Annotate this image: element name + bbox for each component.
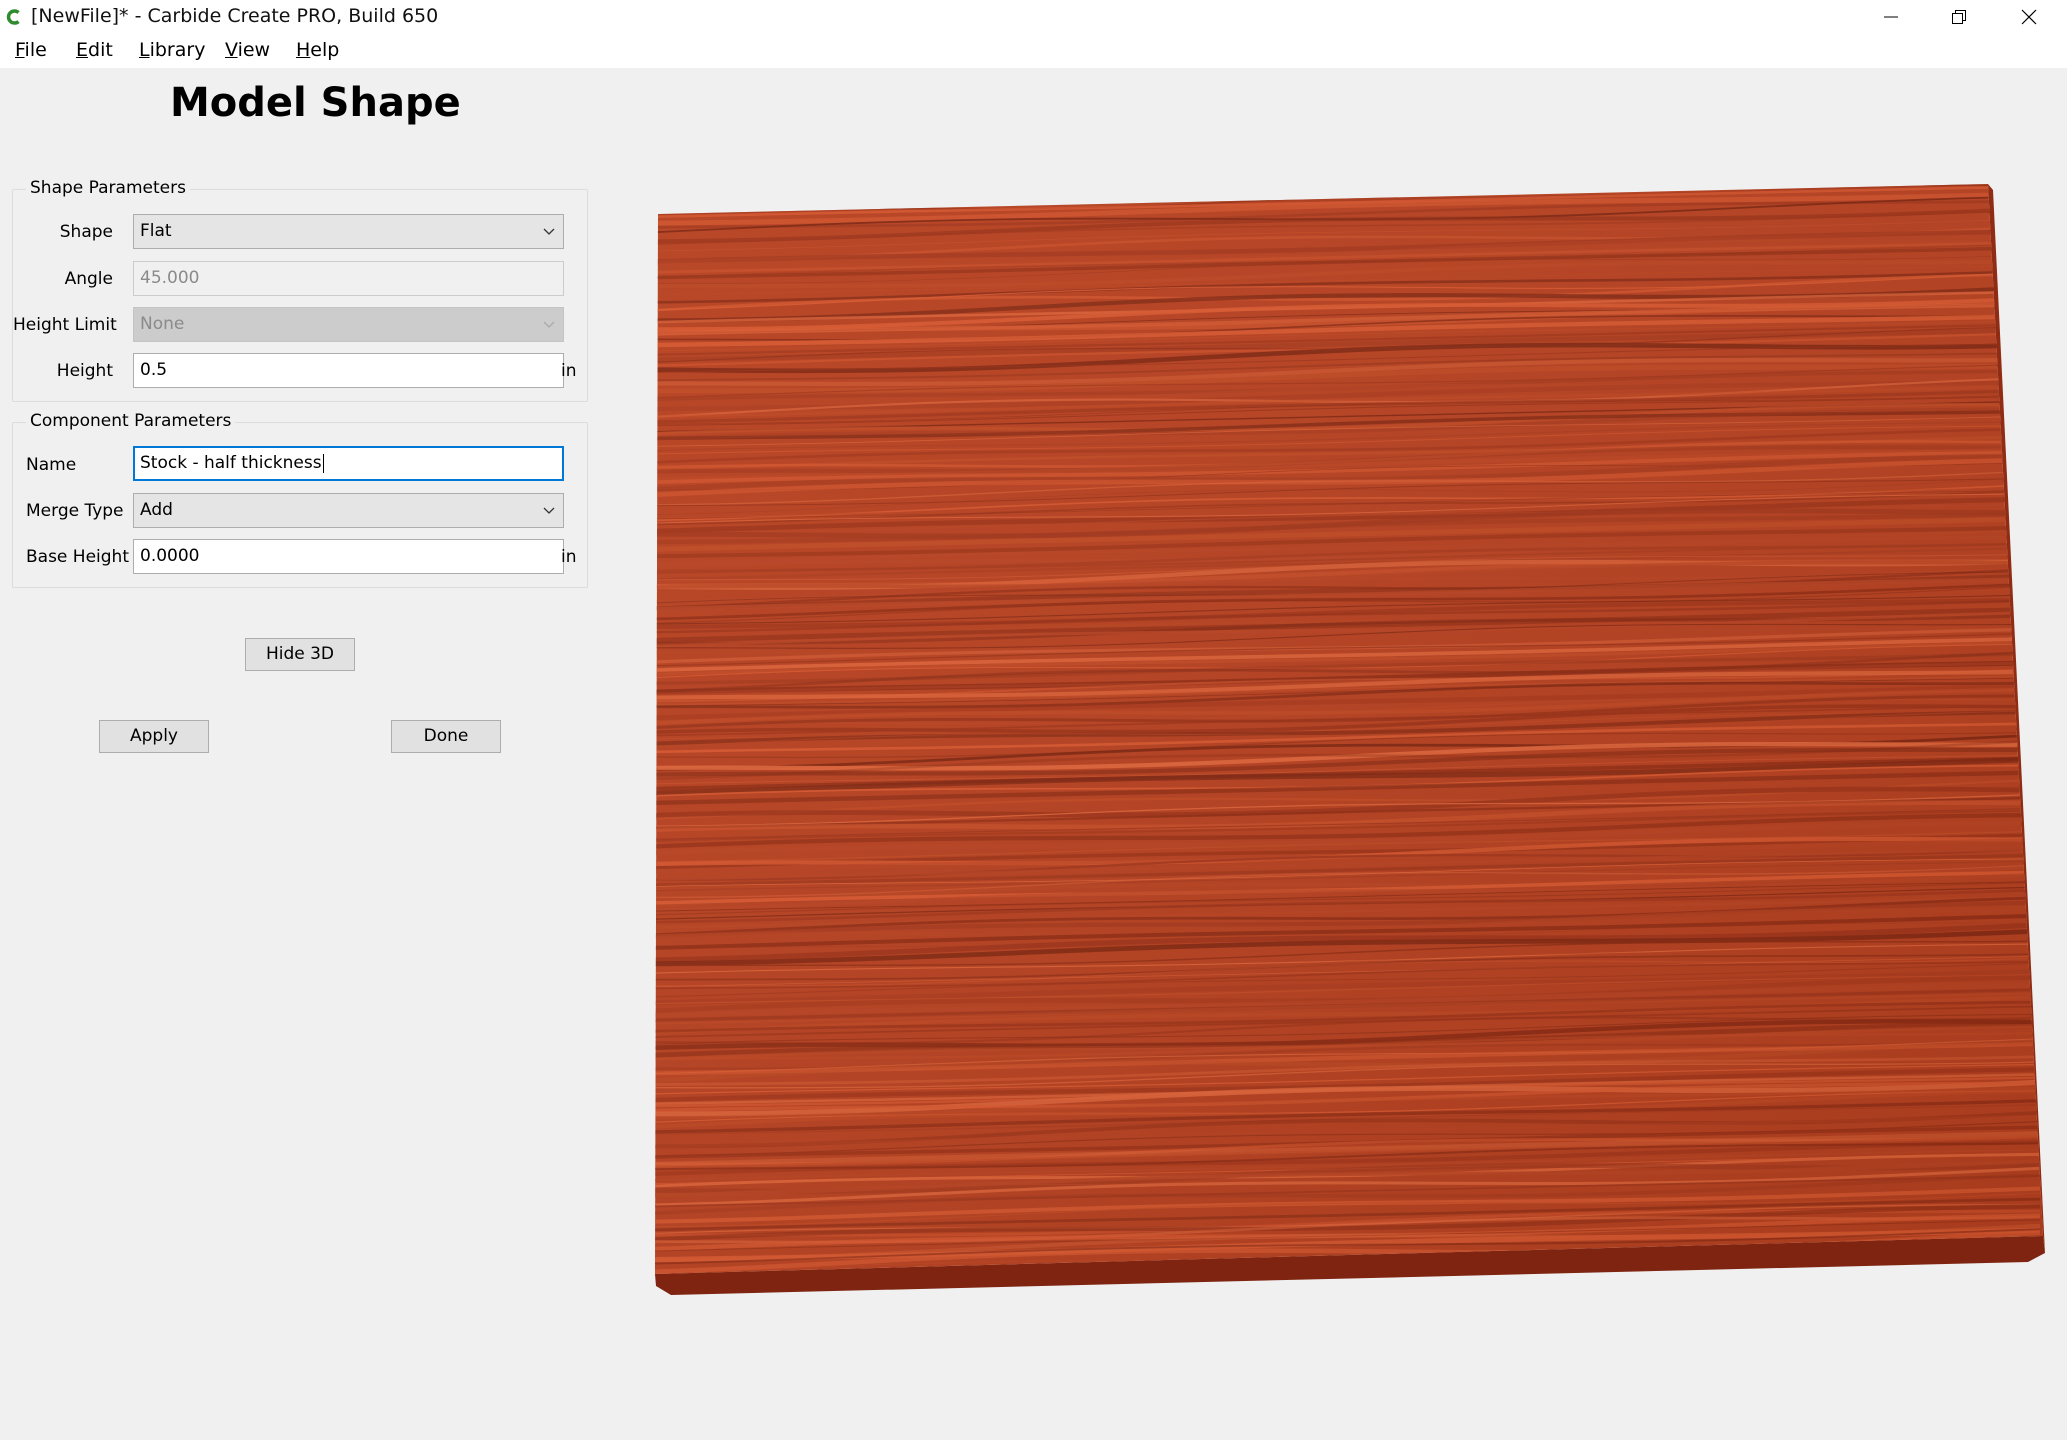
block-top-face [655,184,2043,1274]
3d-preview-viewport[interactable] [0,0,2067,1440]
wood-block [655,184,2045,1295]
